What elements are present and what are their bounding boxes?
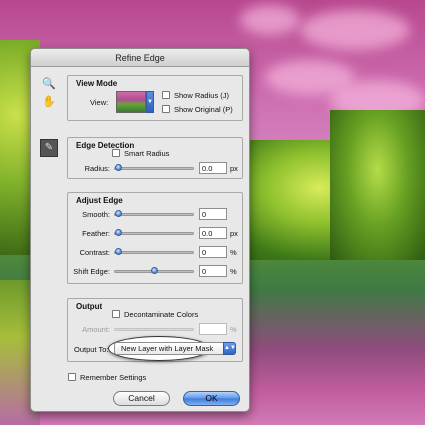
shift-edge-unit: % — [230, 267, 237, 276]
amount-slider[interactable] — [114, 328, 194, 331]
show-radius-checkbox[interactable] — [162, 91, 170, 99]
output-to-label: Output To: — [74, 345, 109, 354]
contrast-slider-thumb[interactable] — [115, 248, 122, 255]
shift-edge-field[interactable]: 0 — [199, 265, 227, 277]
amount-unit: % — [230, 325, 237, 334]
trees-far-right — [330, 110, 425, 260]
show-original-checkbox[interactable] — [162, 105, 170, 113]
view-mode-title: View Mode — [76, 79, 118, 88]
contrast-label: Contrast: — [79, 248, 110, 257]
feather-unit: px — [230, 229, 238, 238]
radius-unit: px — [230, 164, 238, 173]
refine-edge-dialog: Refine Edge 🔍 ✋ ✎ View Mode View: ▼ Show… — [30, 48, 250, 412]
radius-field[interactable]: 0.0 — [199, 162, 227, 174]
smooth-slider-thumb[interactable] — [115, 210, 122, 217]
show-original-label: Show Original (P) — [174, 105, 233, 114]
output-title: Output — [76, 302, 103, 311]
decontaminate-label: Decontaminate Colors — [124, 310, 199, 319]
contrast-slider[interactable] — [114, 248, 194, 255]
smooth-label: Smooth: — [82, 210, 110, 219]
cloud — [300, 10, 410, 50]
view-mode-dropdown-arrow[interactable]: ▼ — [146, 91, 154, 113]
smooth-slider[interactable] — [114, 210, 194, 217]
feather-slider[interactable] — [114, 229, 194, 236]
remember-settings-checkbox[interactable] — [68, 373, 76, 381]
shift-edge-slider-thumb[interactable] — [150, 267, 158, 274]
chevron-updown-icon[interactable]: ▲▼ — [223, 342, 236, 355]
smart-radius-label: Smart Radius — [124, 149, 170, 158]
amount-field[interactable] — [199, 323, 227, 335]
adjust-edge-title: Adjust Edge — [76, 196, 123, 205]
view-label: View: — [90, 98, 109, 107]
show-radius-label: Show Radius (J) — [174, 91, 230, 100]
shift-edge-label: Shift Edge: — [73, 267, 110, 276]
feather-field[interactable]: 0.0 — [199, 227, 227, 239]
output-to-value: New Layer with Layer Mask — [121, 344, 214, 353]
cloud — [240, 5, 300, 35]
remember-settings-label: Remember Settings — [80, 373, 147, 382]
amount-label: Amount: — [82, 325, 110, 334]
feather-label: Feather: — [82, 229, 110, 238]
output-group: Output Decontaminate Colors Amount: % Ou… — [67, 298, 243, 362]
radius-slider[interactable] — [114, 164, 194, 171]
edge-detection-group: Edge Detection Smart Radius Radius: 0.0 … — [67, 137, 243, 179]
radius-slider-thumb[interactable] — [115, 164, 122, 171]
output-to-select[interactable]: New Layer with Layer Mask ▲▼ — [114, 342, 236, 355]
view-mode-group: View Mode View: ▼ Show Radius (J) Show O… — [67, 75, 243, 121]
cancel-button[interactable]: Cancel — [113, 391, 170, 406]
feather-slider-thumb[interactable] — [115, 229, 122, 236]
smart-radius-checkbox[interactable] — [112, 149, 120, 157]
ok-button[interactable]: OK — [183, 391, 240, 406]
magnifier-icon[interactable]: 🔍 — [42, 77, 56, 91]
hand-icon[interactable]: ✋ — [42, 95, 56, 109]
shift-edge-slider[interactable] — [114, 267, 194, 274]
dialog-title: Refine Edge — [31, 49, 249, 67]
refine-radius-brush-icon[interactable]: ✎ — [40, 139, 58, 157]
view-mode-thumbnail[interactable] — [116, 91, 146, 113]
adjust-edge-group: Adjust Edge Smooth: 0 Feather: 0.0 px Co… — [67, 192, 243, 284]
smooth-field[interactable]: 0 — [199, 208, 227, 220]
decontaminate-checkbox[interactable] — [112, 310, 120, 318]
contrast-field[interactable]: 0 — [199, 246, 227, 258]
radius-label: Radius: — [84, 164, 110, 173]
contrast-unit: % — [230, 248, 237, 257]
